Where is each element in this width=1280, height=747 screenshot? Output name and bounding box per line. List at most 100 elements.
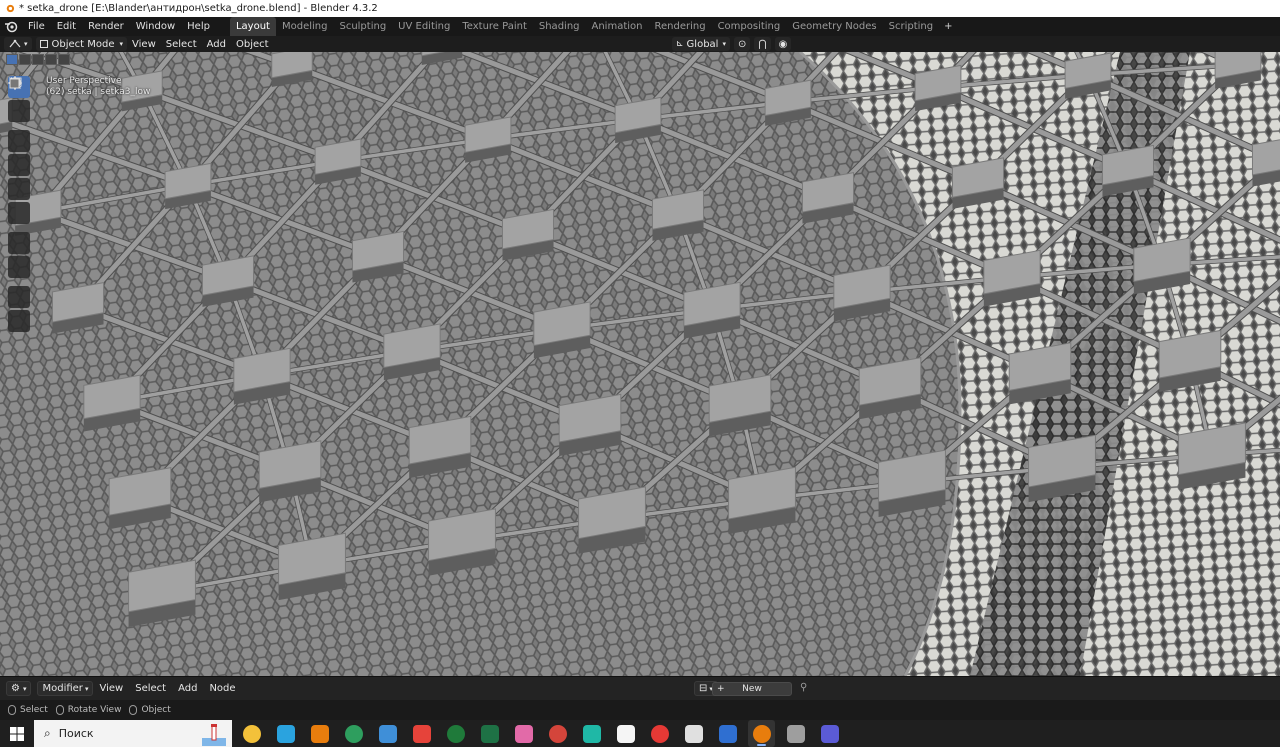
- node-view-menu[interactable]: View: [93, 683, 129, 694]
- telegram-glyph: [276, 724, 295, 743]
- snap-button[interactable]: ⋂: [754, 37, 771, 51]
- tab-texture-paint[interactable]: Texture Paint: [456, 17, 533, 36]
- mouse-middle-icon: [55, 705, 64, 715]
- tab-geometry-nodes[interactable]: Geometry Nodes: [786, 17, 882, 36]
- blender-running-icon[interactable]: [748, 720, 775, 747]
- tab-scripting[interactable]: Scripting: [883, 17, 939, 36]
- select-new-icon[interactable]: [6, 54, 18, 65]
- rotate-tool[interactable]: [8, 77, 30, 176]
- tab-rendering[interactable]: Rendering: [648, 17, 711, 36]
- geometry-context-select[interactable]: Modifier ▾: [37, 681, 94, 696]
- file-explorer-glyph: [242, 724, 261, 743]
- blender-logo-icon[interactable]: [0, 17, 22, 36]
- select-intersect-icon[interactable]: [58, 54, 70, 65]
- pin-icon[interactable]: ⚲: [800, 682, 807, 693]
- mode-select[interactable]: Object Mode ▾: [35, 37, 128, 51]
- transform-controls: ⊾ Global ▾ ⊙ ⋂ ◉: [672, 36, 792, 52]
- app-grey-glyph: [786, 724, 805, 743]
- menu-window[interactable]: Window: [130, 17, 181, 36]
- app-teal-icon[interactable]: [578, 720, 605, 747]
- app-blue-glyph: [378, 724, 397, 743]
- add-menu[interactable]: Add: [202, 39, 231, 50]
- tab-layout[interactable]: Layout: [229, 17, 276, 36]
- orientation-icon: ⊾: [676, 39, 684, 49]
- window-title: * setka_drone [E:\Blander\антидрон\setka…: [19, 3, 378, 14]
- excel-icon[interactable]: [476, 720, 503, 747]
- taskbar-apps: [238, 720, 850, 747]
- excel-glyph: [480, 724, 499, 743]
- windows-logo-icon: [10, 726, 24, 741]
- add-workspace-button[interactable]: +: [939, 17, 957, 36]
- node-node-menu[interactable]: Node: [203, 683, 241, 694]
- object-menu[interactable]: Object: [231, 39, 274, 50]
- app-blue-icon[interactable]: [374, 720, 401, 747]
- editor-type-button[interactable]: ▾: [4, 37, 32, 51]
- cube-icon: [9, 78, 20, 89]
- node-select-menu[interactable]: Select: [129, 683, 172, 694]
- menu-help[interactable]: Help: [181, 17, 216, 36]
- mouse-right-icon: [129, 705, 138, 715]
- 3d-viewport[interactable]: User Perspective (62) setka | setka3_low: [0, 52, 1280, 676]
- select-invert-icon[interactable]: [45, 54, 57, 65]
- annotate-tool[interactable]: [8, 78, 30, 254]
- node-editor-type-button[interactable]: ⚙ ▾: [6, 681, 32, 696]
- scale-tool[interactable]: [8, 78, 30, 200]
- app-circle-icon[interactable]: [680, 720, 707, 747]
- new-node-tree-button[interactable]: + New: [712, 682, 792, 696]
- add-cube-tool[interactable]: [8, 77, 30, 308]
- mode-select-value: Object Mode: [51, 38, 115, 50]
- chevron-down-icon: ▾: [84, 684, 89, 693]
- cursor-tool[interactable]: [8, 76, 30, 122]
- tab-shading[interactable]: Shading: [533, 17, 586, 36]
- app-cloud-icon[interactable]: [714, 720, 741, 747]
- menu-render[interactable]: Render: [82, 17, 130, 36]
- tab-compositing[interactable]: Compositing: [712, 17, 787, 36]
- geometry-context-value: Modifier: [42, 683, 83, 694]
- tab-animation[interactable]: Animation: [586, 17, 649, 36]
- blender-glyph: [310, 724, 329, 743]
- extra-tool[interactable]: [8, 78, 30, 332]
- transform-orientation-value: Global: [686, 38, 719, 50]
- menu-edit[interactable]: Edit: [51, 17, 82, 36]
- object-mode-icon: [39, 40, 48, 48]
- transform-orientation-select[interactable]: ⊾ Global ▾: [672, 37, 730, 51]
- menu-file[interactable]: File: [22, 17, 51, 36]
- tab-modeling[interactable]: Modeling: [276, 17, 334, 36]
- blender-icon[interactable]: [306, 720, 333, 747]
- tab-sculpting[interactable]: Sculpting: [333, 17, 392, 36]
- select-extend-icon[interactable]: [19, 54, 31, 65]
- tool-shelf: [8, 76, 30, 334]
- windows-taskbar: ⌕ Поиск: [0, 720, 1280, 747]
- node-add-menu[interactable]: Add: [172, 683, 203, 694]
- chevron-down-icon: ▾: [722, 40, 726, 48]
- status-rotate-label: Rotate View: [67, 705, 122, 715]
- status-object: Object: [129, 705, 171, 715]
- measure-tool[interactable]: [8, 76, 30, 278]
- photoshop-pt-icon[interactable]: [442, 720, 469, 747]
- transform-tool[interactable]: [8, 77, 30, 224]
- tab-uv-editing[interactable]: UV Editing: [392, 17, 456, 36]
- magnet-icon: ⋂: [758, 38, 767, 50]
- start-button[interactable]: [0, 720, 34, 747]
- view-menu[interactable]: View: [127, 39, 161, 50]
- proportional-edit-button[interactable]: ◉: [774, 37, 792, 51]
- app-violet-icon[interactable]: [816, 720, 843, 747]
- app-watermelon-icon[interactable]: [544, 720, 571, 747]
- yandex-browser-icon[interactable]: [612, 720, 639, 747]
- select-menu[interactable]: Select: [161, 39, 202, 50]
- app-green-icon[interactable]: [340, 720, 367, 747]
- app-pink-glyph: [514, 724, 533, 743]
- app-watermelon-glyph: [548, 724, 567, 743]
- app-pink-icon[interactable]: [510, 720, 537, 747]
- yandex-icon[interactable]: [646, 720, 673, 747]
- chevron-down-icon: ▾: [119, 40, 124, 48]
- pivot-point-button[interactable]: ⊙: [733, 37, 751, 51]
- mesh-scene[interactable]: [0, 52, 1280, 676]
- chrome-icon[interactable]: [408, 720, 435, 747]
- select-subtract-icon[interactable]: [32, 54, 44, 65]
- move-tool[interactable]: [8, 76, 30, 152]
- taskbar-search[interactable]: ⌕ Поиск: [34, 720, 232, 747]
- file-explorer-icon[interactable]: [238, 720, 265, 747]
- telegram-icon[interactable]: [272, 720, 299, 747]
- app-grey-icon[interactable]: [782, 720, 809, 747]
